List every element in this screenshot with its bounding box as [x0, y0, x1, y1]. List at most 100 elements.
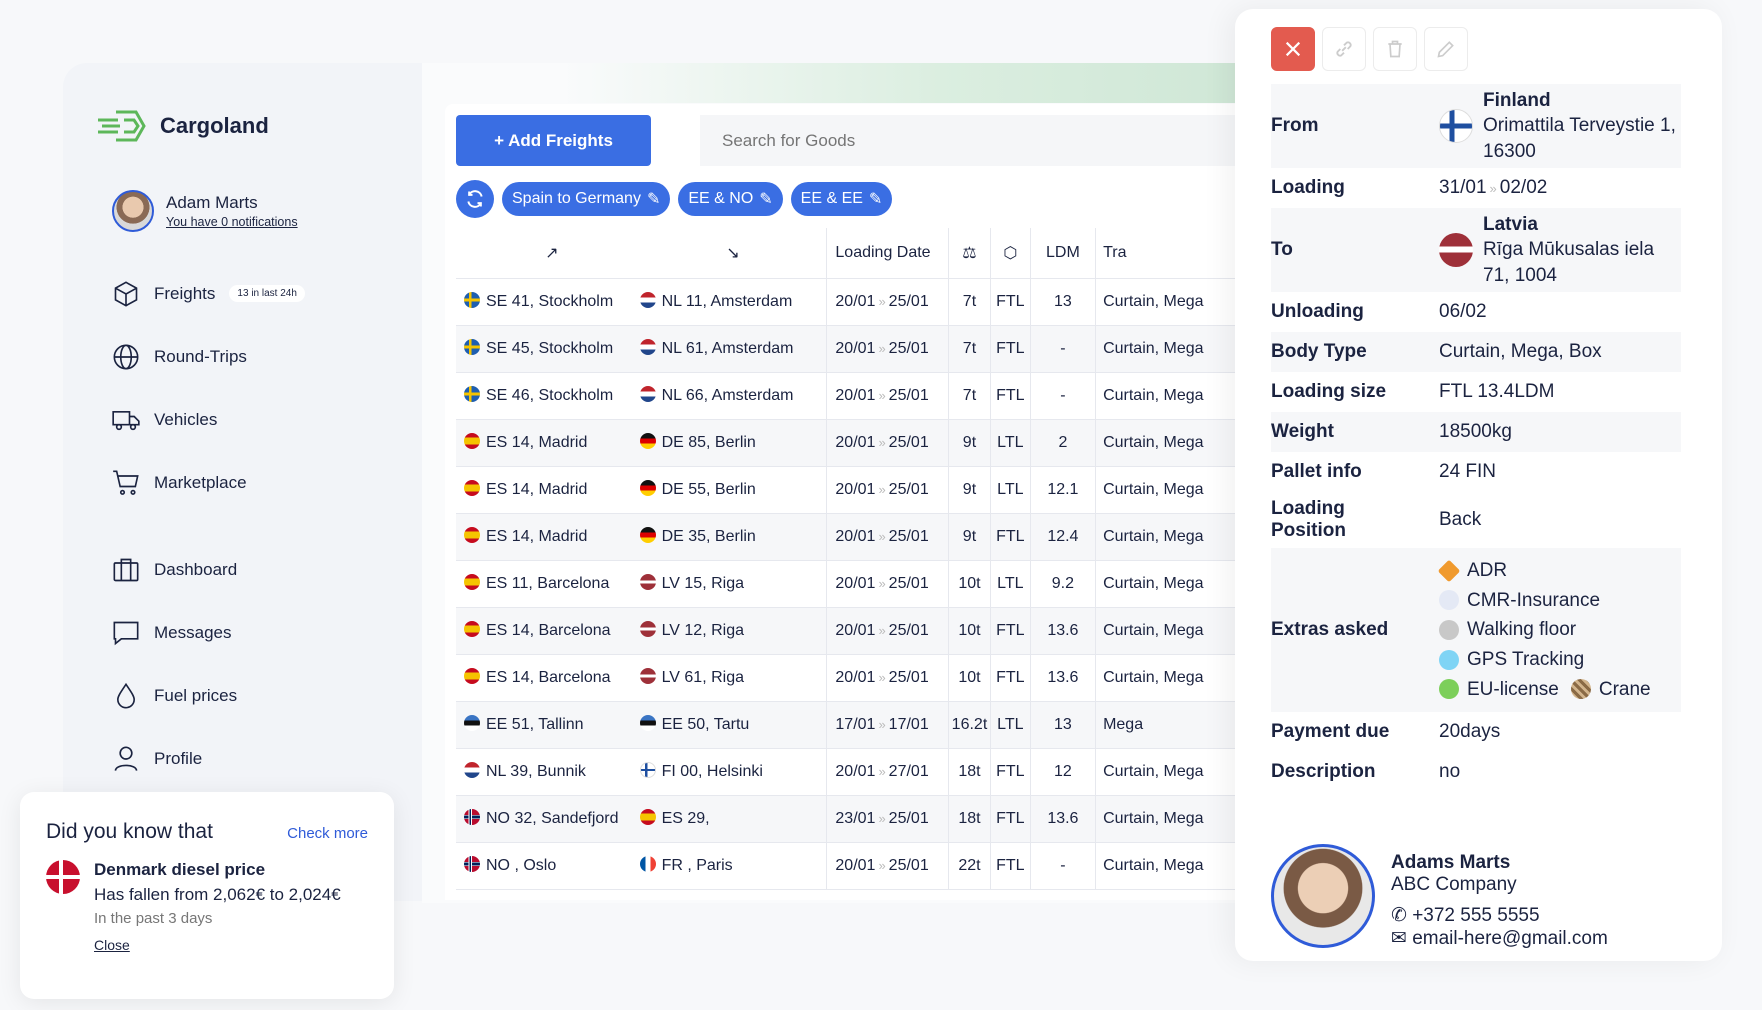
close-button[interactable]: [1271, 27, 1315, 71]
country-flag-icon: [464, 621, 480, 637]
sidebar-item-freights[interactable]: Freights 13 in last 24h: [112, 262, 412, 325]
delete-button[interactable]: [1373, 27, 1417, 71]
user-name: Adam Marts: [166, 193, 258, 212]
cell-date: 23/01» 25/01: [826, 795, 949, 843]
date-end: 25/01: [888, 527, 929, 545]
cell-trailer: Curtain, Mega: [1095, 513, 1235, 561]
app-logo[interactable]: Cargoland: [96, 108, 269, 144]
cell-to: NL 61, Amsterdam: [639, 325, 827, 373]
column-trailer[interactable]: Tra: [1095, 228, 1235, 279]
from-text: ES 14, Madrid: [486, 481, 588, 498]
pencil-icon: [1437, 41, 1454, 58]
cell-ldm: -: [1029, 372, 1096, 420]
sidebar-item-round-trips[interactable]: Round-Trips: [112, 325, 412, 388]
cell-date: 20/01» 25/01: [826, 560, 949, 608]
date-end: 17/01: [888, 715, 929, 733]
user-profile[interactable]: Adam Marts You have 0 notifications: [112, 190, 298, 232]
country-flag-icon: [639, 621, 656, 637]
date-start: 20/01: [835, 668, 876, 686]
eu-license-icon: [1439, 679, 1459, 700]
detail-label: From: [1271, 115, 1319, 136]
table-row[interactable]: ES 14, Barcelona LV 61, Riga 20/01» 25/01 10…: [456, 654, 1235, 702]
cell-type: FTL: [989, 513, 1031, 561]
to-text: LV 61, Riga: [661, 669, 744, 686]
from-text: ES 14, Madrid: [486, 528, 588, 545]
cell-weight: 22t: [948, 842, 991, 890]
contact-phone[interactable]: +372 555 5555: [1412, 905, 1539, 926]
saved-filters: Spain to Germany ✎ EE & NO ✎ EE & EE ✎: [456, 180, 893, 218]
country-flag-icon: [639, 339, 656, 355]
column-from[interactable]: ↗: [456, 228, 640, 279]
table-row[interactable]: SE 45, Stockholm NL 61, Amsterdam 20/01» 25…: [456, 325, 1235, 373]
detail-label: Weight: [1271, 421, 1334, 442]
date-end: 25/01: [888, 292, 929, 310]
refresh-button[interactable]: [456, 180, 494, 218]
cell-to: DE 35, Berlin: [639, 513, 827, 561]
filter-chip[interactable]: EE & EE ✎: [790, 182, 893, 216]
table-row[interactable]: NO , Oslo FR , Paris 20/01» 25/01 22t FTL - Cur…: [456, 842, 1235, 890]
to-text: NL 11, Amsterdam: [661, 293, 793, 310]
search-input[interactable]: [700, 115, 1235, 166]
filter-chip[interactable]: Spain to Germany ✎: [502, 182, 671, 216]
cell-from: ES 14, Madrid: [456, 513, 640, 561]
column-to[interactable]: ↘: [639, 228, 827, 279]
to-text: FR , Paris: [661, 857, 733, 874]
cell-to: EE 50, Tartu: [639, 701, 827, 749]
sidebar-item-messages[interactable]: Messages: [112, 601, 412, 664]
date-start: 20/01: [835, 292, 876, 310]
cell-to: LV 15, Riga: [639, 560, 827, 608]
cell-trailer: Curtain, Mega: [1095, 419, 1235, 467]
table-row[interactable]: EE 51, Tallinn EE 50, Tartu 17/01» 17/01 16.…: [456, 701, 1235, 749]
cell-to: LV 61, Riga: [639, 654, 827, 702]
column-ldm[interactable]: LDM: [1029, 228, 1096, 279]
cell-weight: 10t: [948, 607, 991, 655]
table-row[interactable]: ES 14, Madrid DE 85, Berlin 20/01» 25/01 9t L…: [456, 419, 1235, 467]
finland-flag-icon: [1439, 108, 1473, 143]
cell-trailer: Curtain, Mega: [1095, 372, 1235, 420]
add-freights-button[interactable]: + Add Freights: [456, 115, 651, 166]
sidebar-item-label: Vehicles: [154, 409, 218, 429]
detail-label: Extras asked: [1271, 619, 1389, 641]
column-type[interactable]: ⬡: [989, 228, 1031, 279]
sidebar-item-fuel-prices[interactable]: Fuel prices: [112, 664, 412, 727]
payment-value: 20days: [1439, 721, 1501, 743]
country-flag-icon: [639, 527, 656, 543]
cell-from: SE 45, Stockholm: [456, 325, 640, 373]
table-row[interactable]: ES 14, Madrid DE 55, Berlin 20/01» 25/01 9t L…: [456, 466, 1235, 514]
arrow-icon: »: [878, 387, 886, 403]
table-row[interactable]: SE 46, Stockholm NL 66, Amsterdam 20/01» 25…: [456, 372, 1235, 420]
notifications-link[interactable]: You have 0 notifications: [166, 215, 298, 229]
chip-label: EE & EE: [800, 190, 863, 207]
cell-weight: 7t: [948, 278, 991, 326]
table-row[interactable]: ES 14, Barcelona LV 12, Riga 20/01» 25/01 10…: [456, 607, 1235, 655]
column-weight[interactable]: ⚖: [948, 228, 991, 279]
cell-type: FTL: [989, 278, 1031, 326]
close-link[interactable]: Close: [94, 937, 130, 953]
table-row[interactable]: NO 32, Sandefjord ES 29, 23/01» 25/01 18t FTL…: [456, 795, 1235, 843]
table-row[interactable]: ES 11, Barcelona LV 15, Riga 20/01» 25/01 10…: [456, 560, 1235, 608]
edit-button[interactable]: [1424, 27, 1468, 71]
cell-ldm: 12.4: [1029, 513, 1096, 561]
cell-ldm: 12: [1029, 748, 1096, 796]
link-button[interactable]: [1322, 27, 1366, 71]
table-row[interactable]: NL 39, Bunnik FI 00, Helsinki 20/01» 27/01 1…: [456, 748, 1235, 796]
sidebar-item-vehicles[interactable]: Vehicles: [112, 388, 412, 451]
table-row[interactable]: ES 14, Madrid DE 35, Berlin 20/01» 25/01 9t F…: [456, 513, 1235, 561]
table-row[interactable]: SE 41, Stockholm NL 11, Amsterdam 20/01» 25…: [456, 278, 1235, 326]
tip-sub: In the past 3 days: [94, 910, 213, 928]
cell-type: FTL: [989, 748, 1031, 796]
sidebar-item-dashboard[interactable]: Dashboard: [112, 538, 412, 601]
chip-label: EE & NO: [688, 190, 754, 207]
contact-email[interactable]: email-here@gmail.com: [1412, 928, 1608, 949]
country-flag-icon: [639, 292, 656, 308]
column-loading-date[interactable]: Loading Date: [826, 228, 949, 279]
check-more-link[interactable]: Check more: [287, 825, 368, 842]
cell-date: 20/01» 25/01: [826, 654, 949, 702]
scale-icon: ⚖: [962, 244, 977, 262]
sidebar-item-label: Dashboard: [154, 559, 238, 579]
sidebar-item-profile[interactable]: Profile: [112, 727, 412, 790]
sidebar-item-marketplace[interactable]: Marketplace: [112, 451, 412, 514]
filter-chip[interactable]: EE & NO ✎: [678, 182, 783, 216]
size-value: FTL 13.4LDM: [1439, 381, 1555, 403]
detail-label: Payment due: [1271, 721, 1390, 743]
